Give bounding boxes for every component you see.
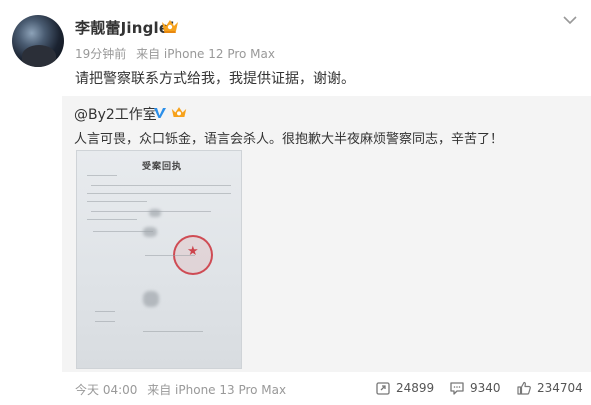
comment-icon (450, 382, 464, 395)
thumbs-up-icon (517, 381, 531, 395)
vip-crown-icon[interactable] (170, 105, 188, 120)
document-title: 受案回执 (141, 162, 182, 172)
comment-count: 9340 (470, 381, 501, 395)
repost-icon (376, 382, 390, 395)
repost-button[interactable]: 24899 (375, 380, 434, 396)
reposted-content[interactable]: @By2工作室 人言可畏，众口铄金，语言会杀人。很抱歉大半夜麻烦警察同志，辛苦了… (62, 96, 591, 372)
post-footer: 今天 04:00 来自 iPhone 13 Pro Max 24899 9340… (75, 378, 591, 398)
post-text: 请把警察联系方式给我，我提供证据，谢谢。 (75, 71, 355, 87)
repost-time: 今天 04:00 (75, 383, 138, 397)
verified-v-icon (154, 108, 166, 118)
repost-count: 24899 (396, 381, 435, 395)
comment-button[interactable]: 9340 (449, 380, 501, 396)
repost-author[interactable]: @By2工作室 (74, 104, 157, 124)
weibo-post: 李靓蕾Jinglei 19分钟前 来自 iPhone 12 Pro Max 请把… (0, 0, 591, 405)
post-meta: 19分钟前 来自 iPhone 12 Pro Max (75, 45, 275, 62)
post-time: 19分钟前 (75, 47, 127, 61)
repost-source: 来自 iPhone 13 Pro Max (147, 383, 287, 397)
vip-crown-icon[interactable] (160, 18, 180, 34)
avatar[interactable] (12, 15, 64, 67)
repost-meta: 今天 04:00 来自 iPhone 13 Pro Max (75, 381, 286, 398)
chevron-down-icon[interactable] (562, 14, 578, 26)
document-photo[interactable]: 受案回执 (76, 150, 242, 369)
post-source: 来自 iPhone 12 Pro Max (136, 47, 275, 61)
repost-text: 人言可畏，众口铄金，语言会杀人。很抱歉大半夜麻烦警察同志，辛苦了！ (74, 132, 504, 147)
like-button[interactable]: 234704 (516, 380, 583, 396)
like-count: 234704 (537, 381, 583, 395)
